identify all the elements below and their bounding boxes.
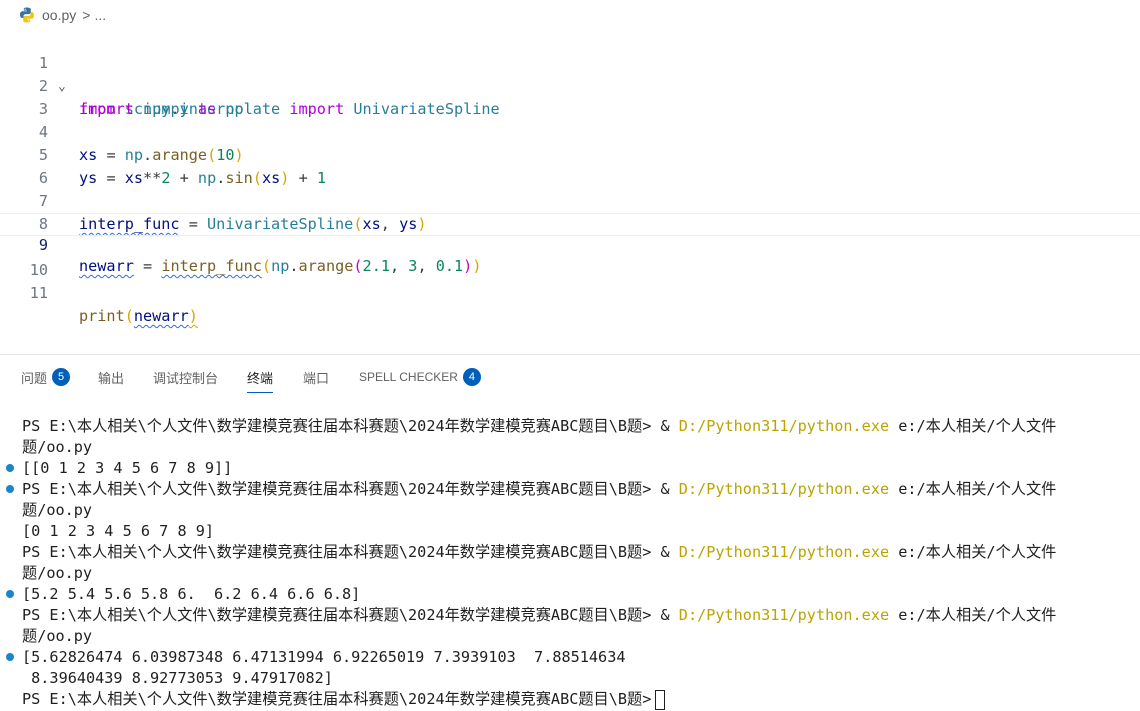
breadcrumb-file[interactable]: oo.py — [42, 7, 76, 23]
terminal-line: PS E:\本人相关\个人文件\数学建模竞赛往届本科赛题\2024年数学建模竞赛… — [22, 480, 1057, 498]
tab-label: SPELL CHECKER — [359, 370, 458, 384]
tab-label: 终端 — [247, 370, 274, 386]
command-status-dot-icon[interactable] — [6, 653, 14, 661]
terminal-output: [5.2 5.4 5.6 5.8 6. 6.2 6.4 6.6 6.8] — [22, 585, 361, 603]
terminal-output: 8.39640439 8.92773053 9.47917082] — [22, 669, 333, 687]
tab-debug-console[interactable]: 调试控制台 — [153, 367, 218, 387]
tab-label: 调试控制台 — [153, 370, 219, 386]
line-number: 11 — [29, 284, 48, 302]
tab-label: 问题 — [21, 370, 48, 386]
breadcrumb: oo.py > ... — [0, 0, 1140, 30]
breadcrumb-more[interactable]: ... — [94, 7, 106, 23]
tab-terminal[interactable]: 终端 — [247, 367, 274, 393]
code-line-10[interactable]: 10 — [0, 236, 1140, 279]
tab-label: 端口 — [303, 370, 330, 386]
tab-spell-checker[interactable]: SPELL CHECKER 4 — [359, 367, 481, 387]
terminal[interactable]: PS E:\本人相关\个人文件\数学建模竞赛往届本科赛题\2024年数学建模竞赛… — [0, 405, 1140, 711]
code-line-8[interactable]: 8 — [0, 190, 1140, 233]
code-token: ( — [124, 307, 134, 325]
tab-output[interactable]: 输出 — [98, 367, 124, 387]
terminal-line: PS E:\本人相关\个人文件\数学建模竞赛往届本科赛题\2024年数学建模竞赛… — [22, 606, 1057, 624]
terminal-cursor[interactable] — [655, 689, 666, 710]
terminal-line: 题/oo.py — [22, 501, 93, 519]
terminal-line: 题/oo.py — [22, 564, 93, 582]
tab-problems[interactable]: 问题 5 — [21, 367, 71, 387]
breadcrumb-separator: > — [82, 7, 91, 23]
command-status-dot-icon[interactable] — [6, 464, 14, 472]
code-editor[interactable]: 1 ⌄ from scipy.interpolate import Univar… — [0, 29, 1140, 347]
code-line-7[interactable]: 7 interp_func = UnivariateSpline(xs, ys) — [0, 167, 1140, 233]
tab-ports[interactable]: 端口 — [303, 367, 329, 387]
terminal-output: [5.62826474 6.03987348 6.47131994 6.9226… — [22, 648, 626, 666]
terminal-output: [0 1 2 3 4 5 6 7 8 9] — [22, 522, 215, 540]
python-file-icon — [18, 6, 36, 24]
terminal-line: 题/oo.py — [22, 438, 93, 456]
code-line-2[interactable]: 2 import numpy as np — [0, 52, 1140, 118]
terminal-line: 题/oo.py — [22, 627, 93, 645]
code-line-4[interactable]: 4 xs = np.arange(10) — [0, 98, 1140, 164]
code-token: print — [79, 307, 125, 325]
terminal-line: PS E:\本人相关\个人文件\数学建模竞赛往届本科赛题\2024年数学建模竞赛… — [22, 417, 1057, 435]
code-token: ) — [188, 307, 198, 325]
problems-count-badge: 5 — [52, 368, 71, 386]
code-line-11[interactable]: 11 print(newarr) — [0, 259, 1140, 325]
code-line-5[interactable]: 5 ys = xs**2 + np.sin(xs) + 1 — [0, 121, 1140, 187]
code-line-3[interactable]: 3 — [0, 75, 1140, 118]
code-line-9[interactable]: 9 newarr = interp_func(np.arange(2.1, 3,… — [0, 213, 1140, 275]
command-status-dot-icon[interactable] — [6, 590, 14, 598]
terminal-output: [[0 1 2 3 4 5 6 7 8 9]] — [22, 459, 233, 477]
spell-checker-count-badge: 4 — [462, 368, 481, 386]
command-status-dot-icon[interactable] — [6, 485, 14, 493]
panel-tabs: 问题 5 输出 调试控制台 终端 端口 SPELL CHECKER 4 — [0, 355, 1140, 397]
code-line-1[interactable]: 1 ⌄ from scipy.interpolate import Univar… — [0, 29, 1140, 118]
tab-label: 输出 — [98, 370, 125, 386]
code-line-6[interactable]: 6 — [0, 144, 1140, 187]
terminal-prompt-line: PS E:\本人相关\个人文件\数学建模竞赛往届本科赛题\2024年数学建模竞赛… — [22, 689, 666, 710]
terminal-line: PS E:\本人相关\个人文件\数学建模竞赛往届本科赛题\2024年数学建模竞赛… — [22, 543, 1057, 561]
code-token: newarr — [133, 307, 189, 325]
